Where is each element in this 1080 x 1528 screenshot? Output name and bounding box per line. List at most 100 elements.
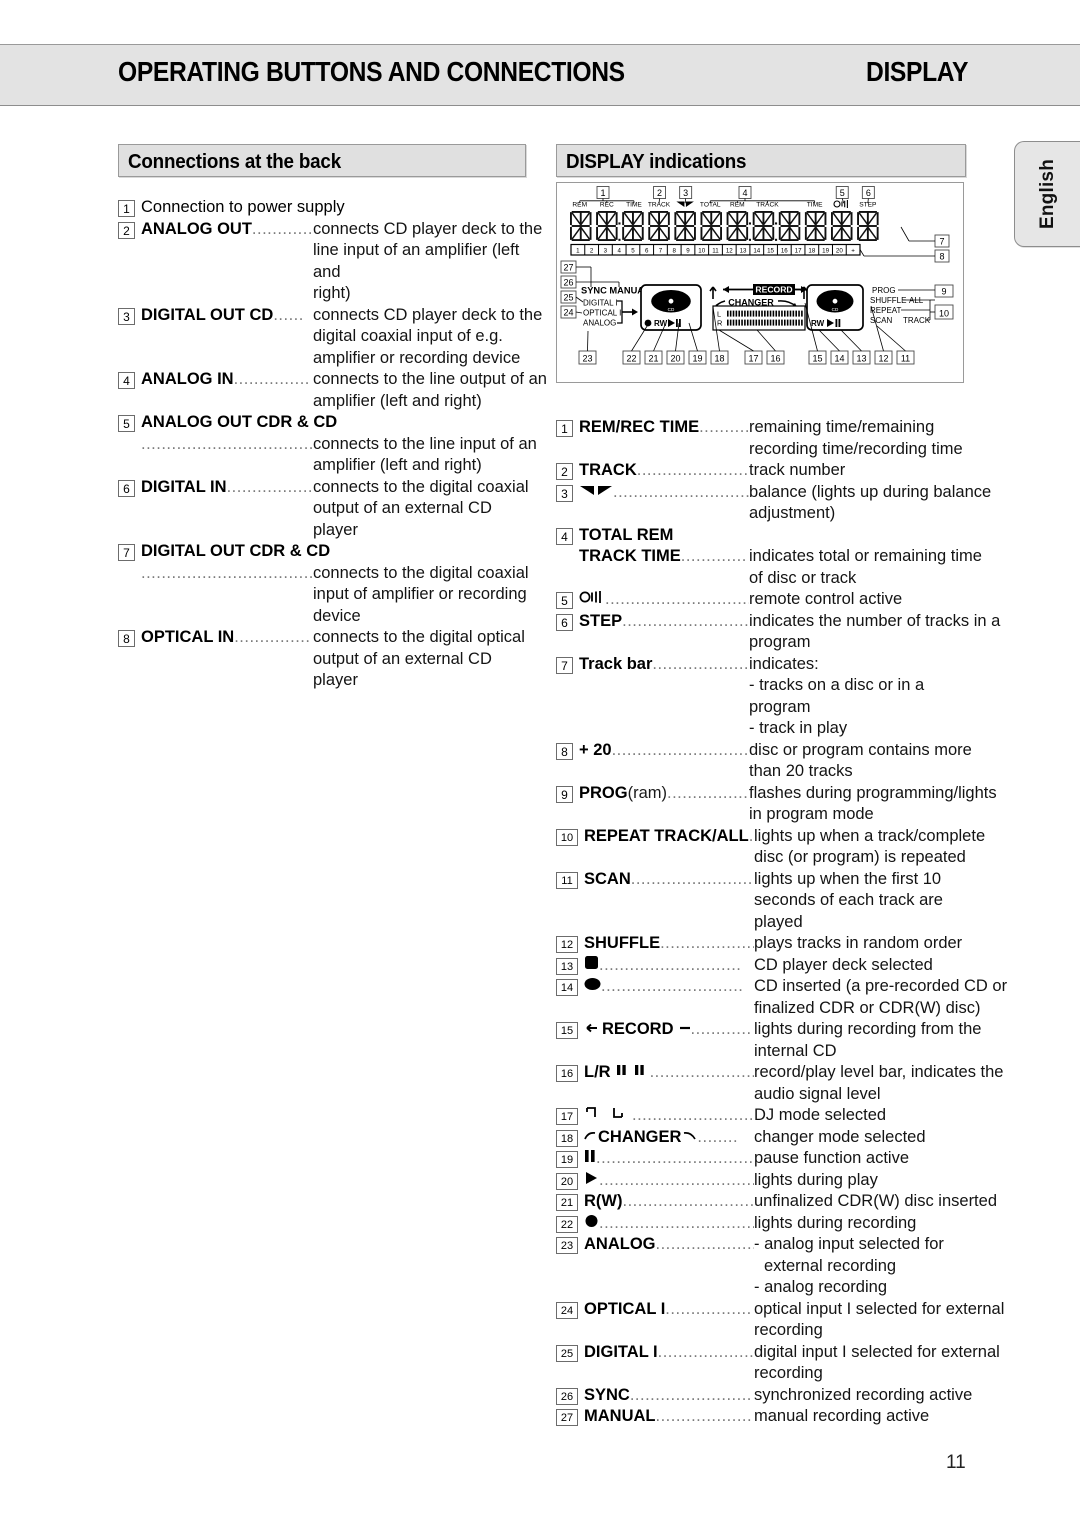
segment	[840, 226, 843, 240]
decimal-point	[618, 222, 621, 225]
list-item: 8 + 20............................ disc or…	[556, 740, 972, 783]
list-item: 1 Connection to power supply	[118, 197, 524, 219]
dot-leader: ......	[273, 305, 304, 324]
segment	[815, 227, 825, 240]
item-description: track number	[749, 461, 846, 479]
dot-leader: ............................	[601, 977, 744, 995]
callout-7-label: 7	[939, 236, 944, 246]
segment	[720, 226, 722, 240]
segment	[632, 212, 643, 225]
item-description: manual recording active	[754, 1407, 930, 1425]
item-body: ............................... remote co…	[579, 589, 968, 611]
list-item: 2 TRACK....................... track numbe…	[556, 460, 968, 482]
segment	[824, 226, 827, 240]
item-body: OPTICAL I................. optical input …	[584, 1299, 1004, 1342]
segment	[675, 212, 686, 225]
item-description-continued: output of an external CD player	[313, 499, 492, 539]
dot-leader: .................	[226, 477, 313, 496]
item-body: DIGITAL OUT CD...... connects CD player d…	[141, 305, 542, 370]
item-description: lights during recording	[754, 1213, 917, 1232]
segment	[814, 212, 817, 226]
item-description-continued: of disc or track	[749, 568, 857, 587]
item-description-continued: right)	[313, 284, 351, 302]
item-number: 13	[556, 957, 578, 975]
list-item: 26 SYNC........................ synchroniz…	[556, 1385, 972, 1407]
level-bar-l	[775, 310, 778, 317]
callout-1-label: 1	[600, 188, 605, 198]
list-item: 16 L/R.......................record/play …	[556, 1062, 1003, 1105]
segment	[754, 212, 764, 225]
leader-line	[631, 322, 650, 352]
item-number: 11	[556, 871, 578, 889]
decimal-point	[748, 222, 751, 225]
item-description-continued: input of amplifier or recording	[313, 585, 527, 603]
balance-left-icon	[676, 201, 685, 207]
item-body: ANALOG..................... - analog inpu…	[584, 1234, 968, 1299]
item-body: SCAN........................ lights up wh…	[584, 869, 968, 934]
item-term: SYNC	[584, 1385, 630, 1404]
item-description: remaining time/remaining	[749, 418, 935, 436]
track-bar-cell-6: 6	[645, 248, 649, 255]
segment	[866, 212, 869, 226]
section-title-display: DISPLAY indications	[556, 144, 966, 177]
list-item: 7 Track bar................... indicates: -…	[556, 654, 968, 740]
segment	[728, 212, 738, 225]
segment	[622, 226, 625, 240]
list-item: 2 ANALOG OUT............ connects CD playe…	[118, 219, 542, 305]
segment	[814, 226, 817, 240]
list-item: 13............................ CD player …	[556, 955, 968, 977]
segment	[701, 212, 712, 225]
segment	[641, 226, 644, 240]
level-bar-l	[778, 310, 780, 317]
segment	[615, 212, 618, 226]
segment	[857, 226, 859, 240]
deck-right-hole	[832, 298, 838, 304]
leader-line	[756, 329, 776, 352]
segment	[658, 212, 660, 226]
record-arrows-icon	[584, 1019, 598, 1041]
deck-right-pause-icon	[838, 319, 841, 327]
section-title-display-label: DISPLAY indications	[566, 151, 747, 173]
level-bar-l	[792, 310, 795, 317]
dot-leader: ...............	[234, 628, 311, 646]
item-body: ANALOG OUT............ connects CD player…	[141, 219, 542, 305]
level-bar-l	[798, 310, 800, 317]
item-number: 8	[556, 742, 573, 760]
item-body: PROG (ram)................. flashes during…	[579, 783, 997, 826]
list-item: 23 ANALOG..................... - analog in…	[556, 1234, 968, 1299]
segment	[778, 212, 781, 226]
item-description: pause function active	[754, 1149, 910, 1167]
item-term-suffix: (ram)	[627, 783, 667, 802]
segment	[676, 225, 695, 227]
segment	[684, 226, 687, 240]
item-body: .................................. pause …	[584, 1148, 968, 1170]
deck-left-pause-icon	[679, 319, 681, 327]
item-term: SHUFFLE	[584, 934, 661, 952]
language-tab-english: English	[1014, 141, 1080, 247]
item-description: indicates:	[749, 654, 819, 673]
item-description: lights during recording from the	[754, 1020, 982, 1038]
item-body: R(W)............................ unfinali…	[584, 1191, 997, 1213]
segment	[752, 226, 755, 240]
level-bar-l	[735, 310, 738, 317]
item-number: 2	[556, 463, 573, 480]
leader-line	[658, 198, 660, 204]
item-description: connects to the line output of an	[313, 370, 547, 388]
item-description: indicates total or remaining time	[749, 547, 982, 565]
decimal-point	[775, 222, 778, 225]
level-bar-l	[772, 310, 775, 317]
leader-line	[876, 325, 906, 352]
level-bar-r	[741, 319, 743, 326]
list-item: 18 CHANGER........ changer mode selected	[556, 1127, 968, 1149]
dot-leader: .......................	[636, 461, 749, 479]
dot-leader: ........................	[632, 1106, 754, 1124]
item-description-continued: finalized CDR or CDR(W) disc)	[754, 998, 981, 1017]
list-item: 6 DIGITAL IN................. connects to …	[118, 477, 529, 542]
list-item: 27 MANUAL................... manual record…	[556, 1406, 968, 1428]
segment	[632, 227, 643, 240]
level-bar-r	[798, 319, 800, 326]
level-bar-r	[752, 319, 755, 326]
callout-3-label: 3	[683, 188, 688, 198]
level-bar-r	[789, 319, 792, 326]
segment	[597, 227, 608, 240]
